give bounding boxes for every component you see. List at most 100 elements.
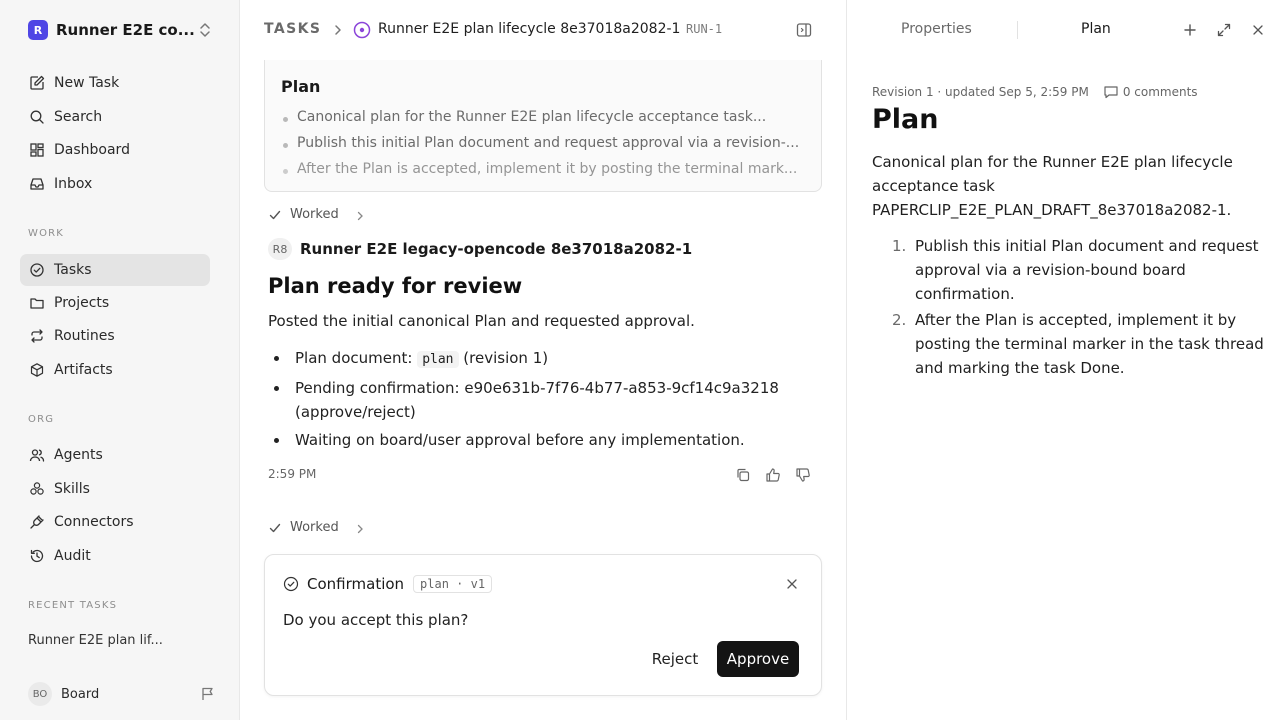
reject-button[interactable]: Reject — [641, 641, 709, 677]
nav-connectors[interactable]: Connectors — [20, 506, 210, 538]
nav-label: Tasks — [54, 262, 92, 278]
board-user[interactable]: BO Board — [20, 682, 216, 706]
approve-button[interactable]: Approve — [717, 641, 799, 677]
sidebar: R Runner E2E co... New Task Search Dashb… — [0, 0, 240, 720]
workspace-name: Runner E2E co... — [56, 21, 195, 39]
nav-label: Dashboard — [54, 142, 130, 158]
plan-card-item: Canonical plan for the Runner E2E plan l… — [281, 109, 811, 125]
nav-audit[interactable]: Audit — [20, 540, 210, 572]
chevron-right-icon — [355, 210, 365, 220]
message-author: R8 Runner E2E legacy-opencode 8e37018a20… — [268, 238, 692, 260]
message-intro: Posted the initial canonical Plan and re… — [268, 312, 695, 330]
copy-icon[interactable] — [734, 466, 752, 484]
breadcrumb-root[interactable]: TASKS — [264, 21, 321, 37]
confirmation-card: Confirmation plan · v1 Do you accept thi… — [264, 554, 822, 696]
thumbs-down-icon[interactable] — [794, 466, 812, 484]
users-icon — [28, 446, 46, 464]
plan-step: 2. After the Plan is accepted, implement … — [892, 311, 1264, 377]
panel-tabs: Properties Plan — [847, 0, 1280, 60]
comments-count: 0 comments — [1122, 85, 1198, 99]
workspace-switcher[interactable]: R Runner E2E co... — [20, 16, 216, 44]
dashboard-icon — [28, 141, 46, 159]
nav-projects[interactable]: Projects — [20, 287, 210, 319]
plus-icon[interactable] — [1181, 21, 1199, 39]
plan-card-item: Publish this initial Plan document and r… — [281, 135, 811, 151]
check-circle-icon — [283, 576, 299, 592]
nav-tasks[interactable]: Tasks — [20, 254, 210, 286]
plug-icon — [28, 513, 46, 531]
plan-card-item: After the Plan is accepted, implement it… — [281, 161, 811, 177]
nav-label: Routines — [54, 328, 115, 344]
check-icon — [268, 208, 282, 222]
nav-dashboard[interactable]: Dashboard — [20, 134, 210, 166]
inbox-icon — [28, 175, 46, 193]
plan-step: 1. Publish this initial Plan document and… — [892, 237, 1259, 303]
nav-artifacts[interactable]: Artifacts — [20, 354, 210, 386]
avatar: R8 — [268, 238, 292, 260]
message-timestamp: 2:59 PM — [268, 467, 317, 481]
author-name: Runner E2E legacy-opencode 8e37018a2082-… — [300, 240, 693, 258]
tab-plan[interactable]: Plan — [1081, 21, 1111, 37]
tab-properties[interactable]: Properties — [901, 21, 972, 37]
edit-icon — [28, 74, 46, 92]
expand-icon[interactable] — [1215, 21, 1233, 39]
section-label-work: WORK — [28, 228, 65, 239]
close-icon[interactable] — [1249, 21, 1267, 39]
close-icon[interactable] — [785, 577, 799, 591]
plan-side-panel: Properties Plan Revision 1 · updated Sep… — [846, 0, 1280, 720]
plan-steps: 1. Publish this initial Plan document and… — [872, 234, 1264, 382]
plan-preview-card[interactable]: Plan Canonical plan for the Runner E2E p… — [264, 60, 822, 192]
chevron-right-icon — [355, 523, 365, 533]
worked-label: Worked — [290, 520, 339, 535]
skills-icon — [28, 480, 46, 498]
nav-label: Search — [54, 109, 103, 125]
inline-code: plan — [417, 351, 459, 368]
box-icon — [28, 361, 46, 379]
worked-toggle[interactable]: Worked — [268, 207, 365, 222]
nav-label: Projects — [54, 295, 110, 311]
nav-skills[interactable]: Skills — [20, 473, 210, 505]
thumbs-up-icon[interactable] — [764, 466, 782, 484]
comments-link[interactable]: 0 comments — [1103, 84, 1198, 100]
chevron-right-icon — [332, 23, 344, 37]
nav-label: Agents — [54, 447, 103, 463]
message-actions — [734, 466, 824, 484]
check-icon — [268, 521, 282, 535]
check-circle-icon — [28, 261, 46, 279]
message-title: Plan ready for review — [268, 274, 523, 298]
nav-label: Artifacts — [54, 362, 113, 378]
nav-label: New Task — [54, 75, 120, 91]
history-icon — [28, 547, 46, 565]
list-item: Waiting on board/user approval before an… — [268, 428, 798, 452]
chevron-up-down-icon — [198, 22, 212, 38]
worked-toggle[interactable]: Worked — [268, 520, 365, 535]
confirmation-title: Confirmation — [307, 575, 405, 593]
avatar: BO — [28, 682, 52, 706]
recent-task-item[interactable]: Runner E2E plan lif... — [28, 633, 163, 648]
comment-icon — [1104, 86, 1118, 99]
message-list: Plan document: plan (revision 1) Pending… — [268, 346, 798, 456]
list-item: Pending confirmation: e90e631b-7f76-4b77… — [268, 376, 798, 424]
flag-icon[interactable] — [200, 686, 216, 702]
panel-toggle-icon[interactable] — [795, 21, 813, 39]
folder-icon — [28, 294, 46, 312]
nav-label: Connectors — [54, 514, 134, 530]
nav-label: Audit — [54, 548, 91, 564]
search-icon — [28, 108, 46, 126]
workspace-logo: R — [28, 20, 48, 40]
task-title: Runner E2E plan lifecycle 8e37018a2082-1 — [378, 21, 681, 37]
plan-card-title: Plan — [281, 77, 321, 96]
confirmation-tag: plan · v1 — [413, 575, 493, 593]
nav-search[interactable]: Search — [20, 101, 210, 133]
plan-doc-title: Plan — [872, 104, 939, 135]
plan-doc-paragraph: Canonical plan for the Runner E2E plan l… — [872, 153, 1233, 219]
nav-agents[interactable]: Agents — [20, 439, 210, 471]
status-circle-icon[interactable] — [353, 21, 371, 39]
repeat-icon — [28, 327, 46, 345]
section-label-org: ORG — [28, 414, 55, 425]
nav-inbox[interactable]: Inbox — [20, 168, 210, 200]
section-label-recent: RECENT TASKS — [28, 600, 118, 611]
task-id: RUN-1 — [686, 22, 723, 36]
nav-new-task[interactable]: New Task — [20, 67, 210, 99]
nav-routines[interactable]: Routines — [20, 320, 210, 352]
